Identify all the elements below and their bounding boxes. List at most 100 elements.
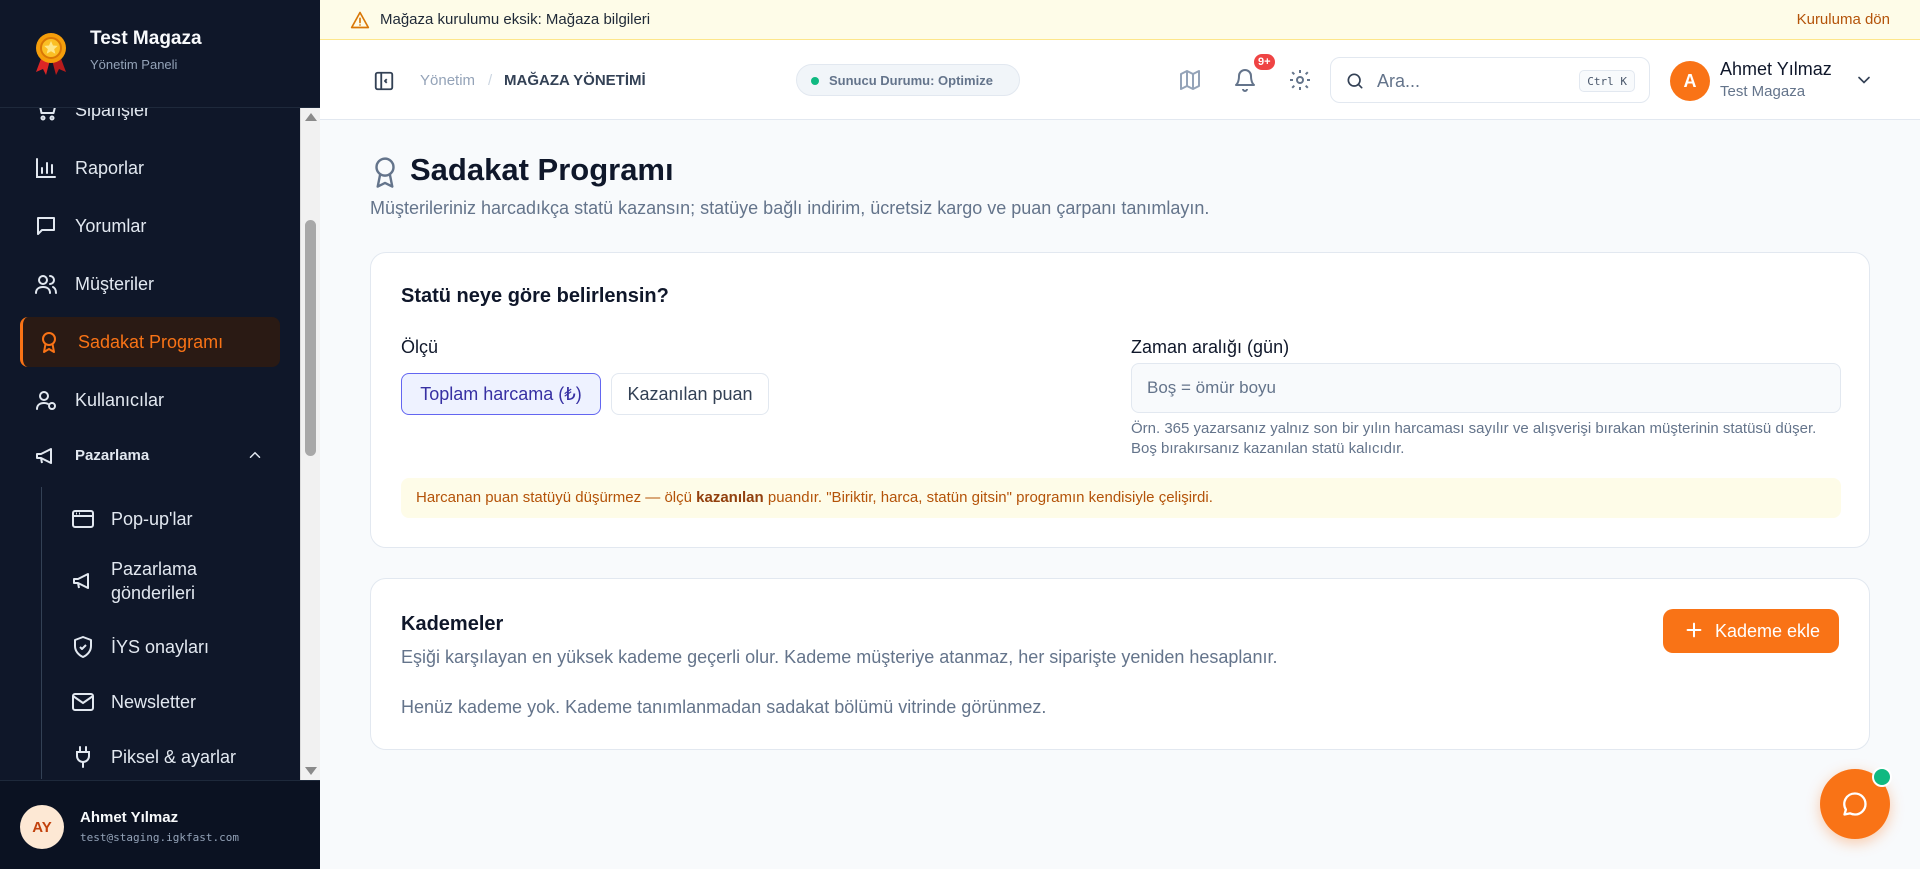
chat-status-badge	[1872, 767, 1892, 787]
period-help-text: Örn. 365 yazarsanız yalnız son bir yılın…	[1131, 420, 1817, 457]
plug-icon	[76, 746, 90, 768]
tiers-heading: Kademeler	[401, 613, 504, 635]
sidebar-item-yorumlar[interactable]: Yorumlar	[20, 201, 280, 251]
sidebar-item-label: Siparişler	[75, 108, 151, 120]
banner-text: Mağaza kurulumu eksik: Mağaza bilgileri	[380, 11, 650, 28]
gear-icon[interactable]	[1288, 68, 1312, 92]
measure-option-earned-points[interactable]: Kazanılan puan	[611, 373, 769, 415]
medal-icon	[36, 33, 66, 75]
sidebar-scrollbar[interactable]	[300, 108, 320, 780]
cart-icon	[39, 108, 56, 121]
sidebar: Siparişler Raporlar Yorumlar Müşteriler …	[0, 0, 320, 869]
sidebar-nav: Siparişler Raporlar Yorumlar Müşteriler …	[0, 108, 300, 780]
top-header: Yönetim / MAĞAZA YÖNETİMİ Sunucu Durumu:…	[320, 40, 1920, 120]
search-input[interactable]: Ara... Ctrl K	[1330, 57, 1650, 103]
sidebar-subitem-label: Piksel & ayarlar	[111, 747, 237, 767]
search-icon	[1347, 73, 1363, 89]
notification-count-badge: 9+	[1252, 52, 1277, 72]
bar-chart-icon	[36, 158, 56, 178]
bell-icon[interactable]	[1233, 68, 1257, 92]
megaphone-icon	[36, 448, 52, 464]
add-tier-label: Kademe ekle	[1715, 621, 1821, 641]
sidebar-subitem-pazarlama-gonderileri[interactable]: Pazarlama gönderileri	[56, 553, 276, 609]
measure-option-total-spend[interactable]: Toplam harcama (₺)	[401, 373, 601, 415]
banner-highlight: Mağaza bilgileri	[545, 11, 651, 28]
points-info-notice: Harcanan puan statüyü düşürmez — ölçü ka…	[401, 478, 1841, 518]
server-status-text: Sunucu Durumu: Optimize	[829, 73, 993, 88]
header-user-name[interactable]: Ahmet Yılmaz	[1720, 59, 1832, 80]
tiers-description: Eşiği karşılayan en yüksek kademe geçerl…	[401, 647, 1278, 667]
status-criteria-card: Statü neye göre belirlensin? Ölçü Toplam…	[370, 252, 1870, 548]
sidebar-item-siparisler[interactable]: Siparişler	[20, 108, 280, 135]
user-name: Ahmet Yılmaz	[80, 809, 179, 826]
sidebar-subitem-newsletter[interactable]: Newsletter	[56, 682, 276, 722]
add-tier-button[interactable]: Kademe ekle	[1663, 609, 1839, 653]
sidebar-subitem-label: Pop-up'lar	[111, 509, 193, 529]
setup-warning-banner: Mağaza kurulumu eksik: Mağaza bilgileri …	[320, 0, 1920, 40]
user-cog-icon	[36, 391, 56, 410]
sidebar-group-label: Pazarlama	[75, 447, 150, 464]
sidebar-toggle-icon[interactable]	[373, 70, 395, 92]
map-icon[interactable]	[1178, 68, 1202, 92]
award-icon	[42, 332, 56, 353]
sidebar-item-musteriler[interactable]: Müşteriler	[20, 259, 280, 309]
search-placeholder: Ara...	[1377, 71, 1421, 91]
header-user-org: Test Magaza	[1720, 83, 1806, 100]
scroll-thumb[interactable]	[305, 220, 316, 456]
notice-text-pre: Harcanan puan statüyü düşürmez — ölçü	[416, 489, 697, 506]
breadcrumb-separator: /	[488, 72, 493, 89]
sidebar-item-label: Müşteriler	[75, 273, 155, 294]
measure-label: Ölçü	[401, 337, 439, 357]
sidebar-subitem-iys-onaylari[interactable]: İYS onayları	[56, 627, 276, 667]
status-criteria-heading: Statü neye göre belirlensin?	[401, 285, 669, 307]
scroll-up-arrow-icon[interactable]	[305, 113, 317, 121]
chat-bubble-icon	[1843, 792, 1867, 816]
sidebar-subitem-label: Newsletter	[111, 692, 197, 712]
notice-text-bold: kazanılan	[696, 489, 764, 506]
warning-triangle-icon	[350, 11, 370, 29]
sidebar-item-label: Sadakat Programı	[78, 331, 224, 352]
sidebar-item-sadakat-programi[interactable]: Sadakat Programı	[20, 317, 280, 367]
breadcrumb-current: MAĞAZA YÖNETİMİ	[504, 72, 646, 89]
browser-icon	[72, 510, 94, 528]
sidebar-subitem-popuplar[interactable]: Pop-up'lar	[56, 499, 276, 539]
sidebar-item-raporlar[interactable]: Raporlar	[20, 143, 280, 193]
tiers-card: Kademeler Eşiği karşılayan en yüksek kad…	[370, 578, 1870, 750]
sidebar-subitem-label: Pazarlama gönderileri	[111, 559, 198, 603]
submenu-divider	[41, 487, 42, 779]
brand-title: Test Magaza	[90, 28, 202, 49]
award-icon	[375, 157, 395, 188]
period-days-input[interactable]	[1131, 363, 1841, 413]
brand-header: Test Magaza Yönetim Paneli	[0, 0, 320, 108]
page-description: Müşterileriniz harcadıkça statü kazansın…	[370, 198, 1210, 218]
megaphone-icon	[73, 573, 89, 589]
sidebar-group-pazarlama[interactable]: Pazarlama	[20, 431, 280, 481]
page-title: Sadakat Programı	[410, 152, 674, 187]
sidebar-subitem-label: İYS onayları	[111, 637, 210, 657]
user-email: test@staging.igkfast.com	[80, 831, 239, 844]
chevron-down-icon[interactable]	[1854, 70, 1874, 90]
scroll-down-arrow-icon[interactable]	[305, 767, 317, 775]
tiers-empty-state: Henüz kademe yok. Kademe tanımlanmadan s…	[401, 697, 1047, 717]
notice-text-post: puandır. "Biriktir, harca, statün gitsin…	[763, 489, 1213, 506]
breadcrumb-root[interactable]: Yönetim	[420, 72, 475, 89]
plus-icon	[1686, 622, 1702, 638]
sidebar-item-label: Kullanıcılar	[75, 389, 165, 410]
period-label: Zaman aralığı (gün)	[1131, 337, 1290, 357]
sidebar-user-profile[interactable]: AY Ahmet Yılmaz test@staging.igkfast.com	[0, 780, 320, 869]
sidebar-subitem-piksel-ayarlar[interactable]: Piksel & ayarlar	[56, 737, 276, 777]
mail-icon	[72, 693, 94, 711]
sidebar-item-kullanicilar[interactable]: Kullanıcılar	[20, 375, 280, 425]
sidebar-item-label: Raporlar	[75, 157, 145, 178]
chevron-up-icon	[249, 451, 261, 458]
users-icon	[35, 275, 57, 294]
banner-prefix: Mağaza kurulumu eksik:	[380, 11, 542, 28]
avatar[interactable]: A	[1670, 61, 1710, 101]
brand-subtitle: Yönetim Paneli	[90, 57, 178, 72]
status-dot	[811, 77, 819, 85]
avatar: AY	[20, 805, 64, 849]
sidebar-item-label: Yorumlar	[75, 215, 147, 236]
shield-check-icon	[74, 636, 92, 658]
server-status-badge: Sunucu Durumu: Optimize	[796, 64, 1020, 96]
return-to-setup-link[interactable]: Kuruluma dön	[1797, 11, 1890, 28]
